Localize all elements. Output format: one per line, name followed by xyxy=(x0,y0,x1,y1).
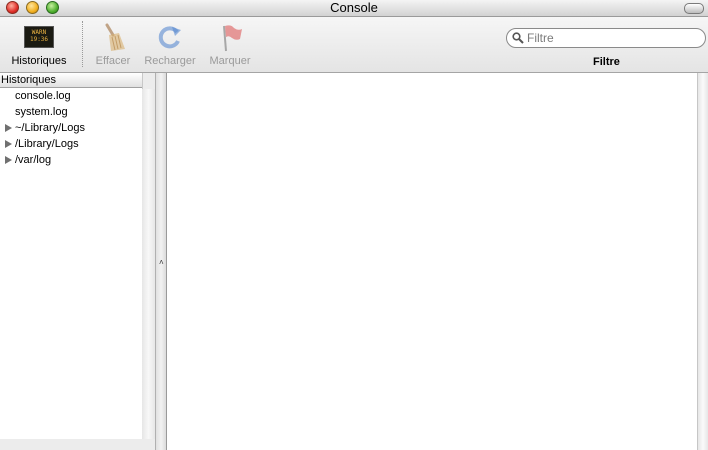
toolbar-toggle-button[interactable] xyxy=(684,3,704,14)
sidebar-item-console-log[interactable]: console.log xyxy=(0,88,142,104)
collapse-arrow-icon[interactable]: ˄ xyxy=(159,259,164,267)
sidebar-item-var-log[interactable]: /var/log xyxy=(0,152,142,168)
marquer-button[interactable]: Marquer xyxy=(206,21,254,68)
effacer-button[interactable]: Effacer xyxy=(92,21,134,68)
search-input[interactable] xyxy=(527,30,697,46)
flag-icon xyxy=(214,21,246,53)
sidebar-item-label: system.log xyxy=(15,106,68,118)
sidebar-item-user-library-logs[interactable]: ~/Library/Logs xyxy=(0,120,142,136)
sidebar-item-label: /Library/Logs xyxy=(15,138,79,150)
disclosure-triangle-icon[interactable] xyxy=(5,140,12,148)
historiques-label: Historiques xyxy=(11,55,67,67)
historiques-button[interactable]: WARN 19:36 Historiques xyxy=(6,21,72,68)
title-bar: Console xyxy=(0,0,708,17)
marquer-label: Marquer xyxy=(209,55,251,67)
search-icon xyxy=(512,32,524,44)
sidebar-item-label: ~/Library/Logs xyxy=(15,122,86,134)
logs-sidebar: Historiques console.log system.log ~/Lib… xyxy=(0,73,143,439)
content-scrollbar[interactable] xyxy=(697,73,708,450)
disclosure-triangle-icon[interactable] xyxy=(5,124,12,132)
lcd-line-1: WARN xyxy=(31,29,47,36)
toolbar-separator xyxy=(82,21,83,67)
split-view-divider[interactable]: ˄ xyxy=(155,73,167,450)
window-title: Console xyxy=(330,0,378,15)
recharger-label: Recharger xyxy=(144,55,196,67)
log-content-area[interactable] xyxy=(167,73,697,450)
effacer-label: Effacer xyxy=(95,55,131,67)
toolbar: WARN 19:36 Historiques Effacer Recharger xyxy=(0,17,708,73)
sidebar-scrollbar[interactable] xyxy=(142,89,156,439)
sidebar-item-library-logs[interactable]: /Library/Logs xyxy=(0,136,142,152)
sidebar-item-label: /var/log xyxy=(15,154,52,166)
lcd-line-2: 19:36 xyxy=(29,36,49,43)
reload-icon xyxy=(154,21,186,53)
sidebar-item-label: console.log xyxy=(15,90,71,102)
recharger-button[interactable]: Recharger xyxy=(141,21,199,68)
disclosure-triangle-icon[interactable] xyxy=(5,156,12,164)
search-field[interactable] xyxy=(506,28,706,48)
sidebar-header[interactable]: Historiques xyxy=(0,73,142,88)
sidebar-item-system-log[interactable]: system.log xyxy=(0,104,142,120)
filter-label: Filtre xyxy=(593,56,620,68)
log-lcd-icon: WARN 19:36 xyxy=(23,21,55,53)
broom-icon xyxy=(97,21,129,53)
